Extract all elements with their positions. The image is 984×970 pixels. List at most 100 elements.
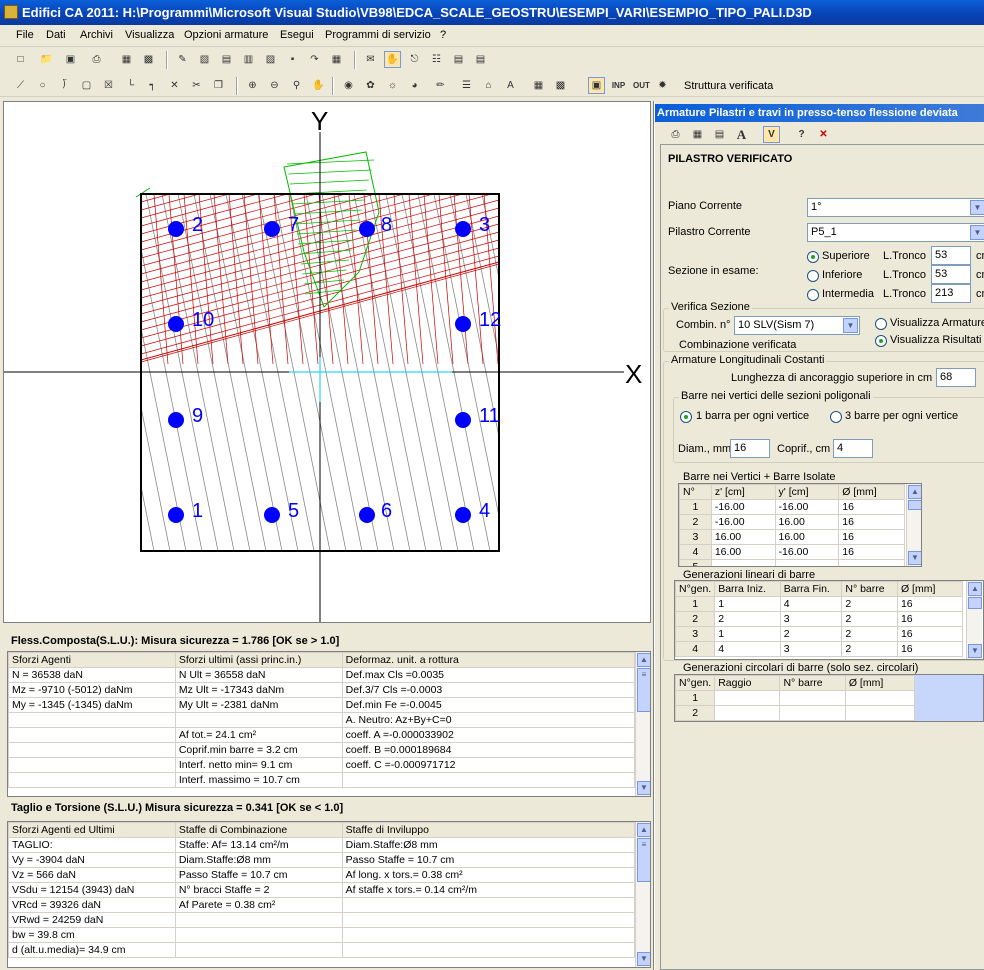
house-icon[interactable]: ⌂ (480, 77, 497, 94)
foundation-tool-icon[interactable]: ▪ (284, 51, 301, 68)
rebar-4[interactable] (455, 507, 471, 523)
wall-tool-icon[interactable]: ▥ (240, 51, 257, 68)
print-icon[interactable]: ⎙ (88, 51, 105, 68)
barre-vertici-scrollbar[interactable]: ▲ ▼ (906, 484, 921, 566)
chevron-down-icon[interactable]: ▼ (970, 200, 984, 215)
taglio-scrollbar[interactable]: ▲ ≡ ▼ (635, 822, 650, 967)
gen-circolari-row[interactable]: 2 (675, 705, 916, 721)
dimension-icon[interactable]: └ (122, 77, 139, 94)
gen-lineari-row[interactable]: 2 2 3 2 16 (675, 611, 964, 627)
level-icon[interactable]: ☰ (458, 77, 475, 94)
gen-circolari-row[interactable]: 1 (675, 690, 916, 706)
menu-file[interactable]: File (16, 29, 34, 41)
menu-opzioni-armature[interactable]: Opzioni armature (184, 29, 268, 41)
menu-dati[interactable]: Dati (46, 29, 66, 41)
rebar-8[interactable] (359, 221, 375, 237)
coprif-input[interactable]: 4 (833, 439, 873, 458)
pan-icon[interactable]: ✋ (310, 77, 327, 94)
column-header[interactable]: Ø [mm] (844, 675, 916, 691)
stamp-icon[interactable]: ⎋ (406, 51, 423, 68)
mail-icon[interactable]: ✉ (362, 51, 379, 68)
taglio-row[interactable]: VRcd = 39326 daN Af Parete = 0.38 cm² (8, 897, 636, 913)
scroll-thumb[interactable] (968, 597, 982, 609)
column-header[interactable]: Barra Iniz. (714, 581, 781, 597)
beam-tool-icon[interactable]: ✎ (174, 51, 191, 68)
menu-visualizza[interactable]: Visualizza (125, 29, 174, 41)
combin-select[interactable]: 10 SLV(Sism 7) ▼ (734, 316, 860, 335)
column-header[interactable]: Staffe di Inviluppo (341, 822, 636, 838)
column-header[interactable]: Barra Fin. (779, 581, 843, 597)
column-header[interactable]: N°gen. (675, 581, 716, 597)
calc-icon[interactable]: ☷ (428, 51, 445, 68)
one-bar-radio[interactable] (680, 411, 692, 423)
export-dxf-icon[interactable]: ▦ (118, 51, 135, 68)
font-icon[interactable]: A (502, 77, 519, 94)
barre-vertici-row[interactable]: 5 (679, 559, 905, 566)
help-icon[interactable]: ? (793, 126, 810, 143)
slab-tool-icon[interactable]: ▤ (218, 51, 235, 68)
ancoraggio-input[interactable]: 68 (936, 368, 976, 387)
sezione-radio-superiore[interactable] (807, 251, 819, 263)
rebar-1[interactable] (168, 507, 184, 523)
barre-vertici-row[interactable]: 3 16.00 16.00 16 (679, 529, 905, 545)
menu-esegui[interactable]: Esegui (280, 29, 314, 41)
vis-armature-radio[interactable] (875, 318, 887, 330)
sezione-radio-inferiore[interactable] (807, 270, 819, 282)
output-icon[interactable]: OUT (632, 77, 650, 94)
zoom-in-icon[interactable]: ⊕ (244, 77, 261, 94)
rebar-9[interactable] (168, 412, 184, 428)
fless-row[interactable]: Coprif.min barre = 3.2 cm coeff. B =0.000… (8, 742, 636, 758)
scroll-down-icon[interactable]: ▼ (968, 644, 982, 658)
barre-vertici-row[interactable]: 1 -16.00 -16.00 16 (679, 499, 905, 515)
scroll-up-icon[interactable]: ▲ (908, 485, 921, 499)
splitter[interactable] (653, 101, 655, 970)
cut-icon[interactable]: ✂ (188, 77, 205, 94)
render-icon[interactable]: ✿ (362, 77, 379, 94)
globe-icon[interactable]: ◕ (406, 77, 423, 94)
column-header[interactable]: Ø [mm] (896, 581, 964, 597)
image-icon[interactable]: ▩ (140, 51, 157, 68)
taglio-row[interactable]: TAGLIO: Staffe: Af= 13.14 cm²/m Diam.Staff… (8, 837, 636, 853)
rebar-5[interactable] (264, 507, 280, 523)
lock-icon[interactable]: ▣ (588, 77, 605, 94)
scroll-down-icon[interactable]: ▼ (908, 551, 921, 565)
barre-vertici-row[interactable]: 4 16.00 -16.00 16 (679, 544, 905, 560)
gen-circolari-table[interactable]: N°gen. Raggio N° barre Ø [mm] 12 (675, 675, 916, 721)
rebar-2[interactable] (168, 221, 184, 237)
stair-tool-icon[interactable]: ▨ (262, 51, 279, 68)
column-header[interactable]: Sforzi Agenti (8, 652, 176, 668)
column-header[interactable]: Sforzi ultimi (assi princ.in.) (174, 652, 343, 668)
fless-row[interactable]: Interf. netto min= 9.1 cm coeff. C =-0.00… (8, 757, 636, 773)
chevron-down-icon[interactable]: ▼ (970, 225, 984, 240)
column-header[interactable]: Deformaz. unit. a rottura (341, 652, 636, 668)
scroll-up-icon[interactable]: ▲ (637, 823, 650, 837)
table-icon[interactable]: ▦ (530, 77, 547, 94)
gen-lineari-row[interactable]: 3 1 2 2 16 (675, 626, 964, 642)
fless-scrollbar[interactable]: ▲ ≡ ▼ (635, 652, 650, 796)
verify-icon[interactable]: V (763, 126, 780, 143)
rect-icon[interactable]: ▢ (78, 77, 95, 94)
column-header[interactable]: N° barre (841, 581, 898, 597)
zoom-out-icon[interactable]: ⊖ (266, 77, 283, 94)
view-icon[interactable]: ◉ (340, 77, 357, 94)
diam-input[interactable]: 16 (730, 439, 770, 458)
document-icon[interactable]: ▤ (711, 126, 728, 143)
column-header[interactable]: N° barre (779, 675, 846, 691)
fless-row[interactable]: Interf. massimo = 10.7 cm (8, 772, 636, 788)
building-icon[interactable]: ▤ (450, 51, 467, 68)
tronco-input[interactable]: 53 (931, 246, 971, 265)
fless-row[interactable]: N = 36538 daN N Ult = 36558 daN Def.max Cl… (8, 667, 636, 683)
point-icon[interactable]: ○ (34, 77, 51, 94)
fless-row[interactable]: A. Neutro: Az+By+C=0 (8, 712, 636, 728)
chevron-down-icon[interactable]: ▼ (843, 318, 858, 333)
scroll-thumb[interactable]: ≡ (637, 668, 650, 712)
open-folder-icon[interactable]: 📁 (38, 51, 55, 68)
rebar-11[interactable] (455, 412, 471, 428)
rebar-3[interactable] (455, 221, 471, 237)
column-header[interactable]: Raggio (714, 675, 781, 691)
scroll-down-icon[interactable]: ▼ (637, 952, 650, 966)
export-dxf-icon[interactable]: ▦ (689, 126, 706, 143)
fless-row[interactable]: Af tot.= 24.1 cm² coeff. A =-0.000033902 (8, 727, 636, 743)
pilastro-select[interactable]: P5_1 ▼ (807, 223, 984, 242)
line-icon[interactable]: ⟋ (12, 77, 29, 94)
